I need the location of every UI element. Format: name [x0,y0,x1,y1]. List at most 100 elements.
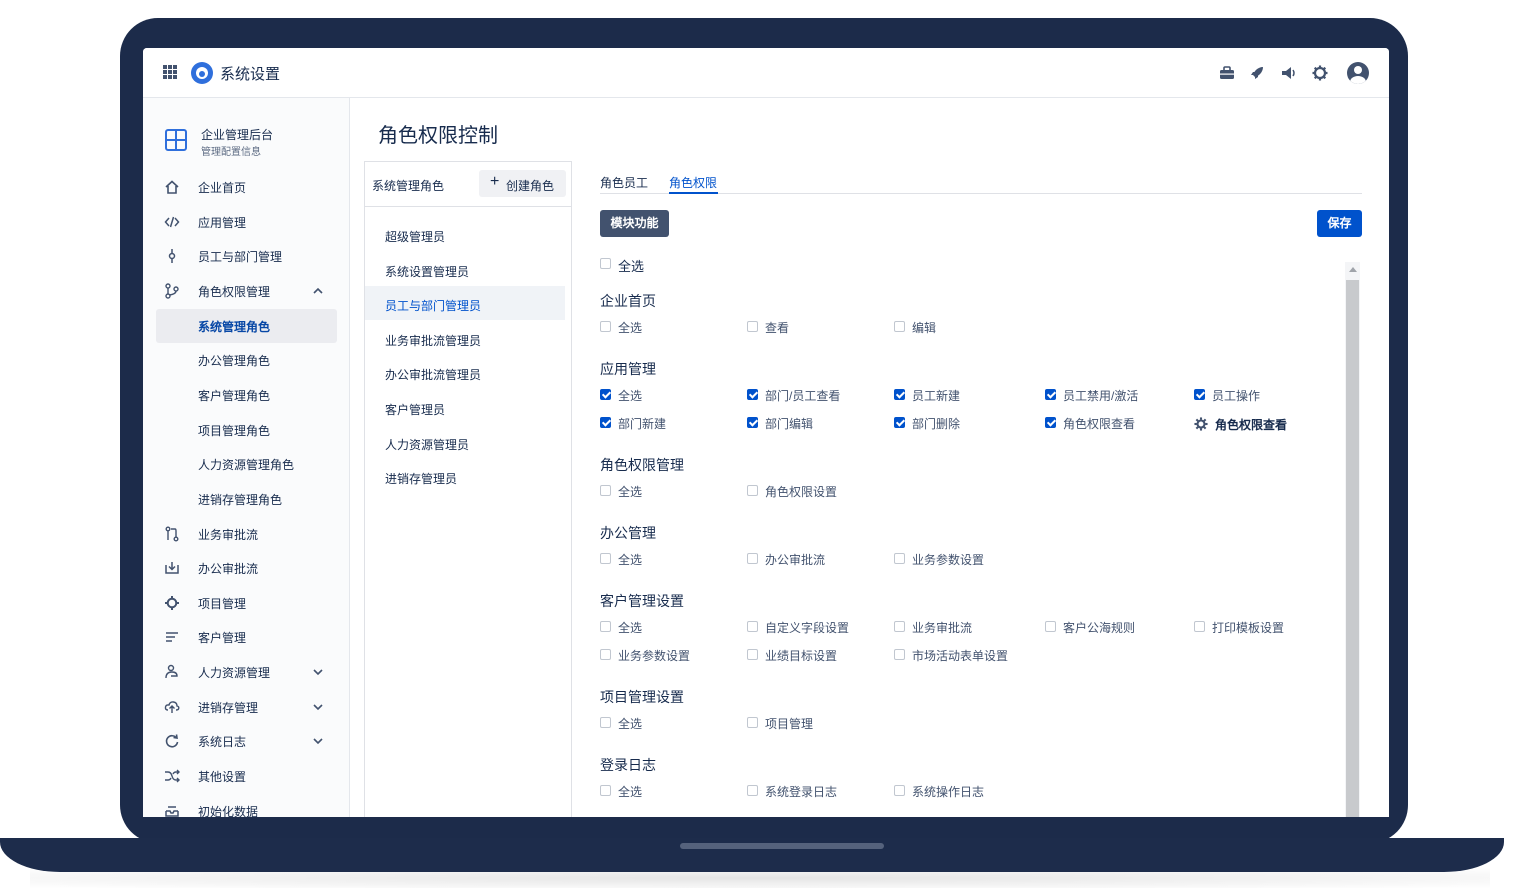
sidebar-subitem-inventory-roles[interactable]: 进销存管理角色 [156,482,337,516]
checkbox-box[interactable] [747,649,758,660]
org-name: 企业管理后台 [201,128,274,142]
role-item[interactable]: 客户管理员 [365,390,565,424]
sidebar-subitem-office-roles[interactable]: 办公管理角色 [156,343,337,377]
checkbox-box[interactable] [747,717,758,728]
checkbox-box[interactable] [1045,417,1056,428]
inbox-icon [165,806,179,817]
checkbox-box[interactable] [600,621,611,632]
sidebar-item-roles[interactable]: 角色权限管理 [156,274,337,308]
checkbox-box[interactable] [1045,621,1056,632]
role-item[interactable]: 系统设置管理员 [365,252,565,286]
permission-label: 业务审批流 [912,621,973,635]
checkbox-box[interactable] [894,621,905,632]
sidebar-item-other-settings[interactable]: 其他设置 [156,759,337,793]
briefcase-icon[interactable] [1218,64,1236,82]
checkbox-box[interactable] [1194,621,1205,632]
chevron-down-icon[interactable] [312,701,324,713]
chevron-down-icon[interactable] [312,735,324,747]
page-title: 角色权限控制 [378,125,498,147]
role-item[interactable]: 进销存管理员 [365,459,565,493]
checkbox-box[interactable] [1194,389,1205,400]
sidebar-item-business-approval[interactable]: 业务审批流 [156,517,337,551]
checkbox-box[interactable] [747,389,758,400]
sidebar-item-projects[interactable]: 项目管理 [156,586,337,620]
permission-label: 业务参数设置 [912,553,985,567]
settings-icon[interactable] [1311,64,1329,82]
checkbox-box[interactable] [894,321,905,332]
checkbox-box[interactable] [894,649,905,660]
role-item[interactable]: 人力资源管理员 [365,425,565,459]
module-functions-button[interactable]: 模块功能 [600,210,669,237]
chevron-down-icon[interactable] [312,666,324,678]
tab-role-staff[interactable]: 角色员工 [600,174,648,191]
checkbox-box[interactable] [600,417,611,428]
gear-icon [165,596,179,610]
sidebar-subitem-customer-roles[interactable]: 客户管理角色 [156,378,337,412]
checkbox-box[interactable] [894,417,905,428]
checkbox-box[interactable] [894,389,905,400]
permission-label: 全选 [618,717,643,731]
permission-section-title: 办公管理 [600,525,656,541]
sidebar-item-home[interactable]: 企业首页 [156,170,337,204]
checkbox-box[interactable] [747,621,758,632]
checkbox-box[interactable] [600,485,611,496]
gear-icon[interactable] [1194,417,1208,431]
permission-label: 全选 [618,389,643,403]
checkbox-box[interactable] [600,649,611,660]
permission-label: 项目管理 [765,717,814,731]
checkbox-box[interactable] [747,785,758,796]
role-item[interactable]: 办公审批流管理员 [365,355,565,389]
download-icon [165,562,179,574]
app-switcher-icon[interactable] [163,65,177,79]
checkbox-box[interactable] [894,785,905,796]
checkbox-box[interactable] [747,553,758,564]
permission-label: 部门编辑 [765,417,814,431]
checkbox-box[interactable] [600,321,611,332]
checkbox-box[interactable] [600,389,611,400]
tab-role-permissions[interactable]: 角色权限 [669,174,717,191]
checkbox-box[interactable] [600,553,611,564]
chevron-up-icon[interactable] [312,285,324,297]
create-role-button[interactable]: + 创建角色 [479,170,566,197]
sidebar-item-logs[interactable]: 系统日志 [156,724,337,758]
role-item[interactable]: 业务审批流管理员 [365,321,565,355]
home-icon [165,180,179,194]
checkbox-box[interactable] [747,485,758,496]
checkbox-box[interactable] [600,785,611,796]
sidebar-subitem-project-roles[interactable]: 项目管理角色 [156,413,337,447]
commit-icon [168,249,176,263]
sidebar-subitem-hr-roles[interactable]: 人力资源管理角色 [156,447,337,481]
org-subtitle: 管理配置信息 [201,147,261,158]
branch-icon [165,283,179,299]
permission-label: 员工禁用/激活 [1063,389,1139,403]
checkbox-box[interactable] [600,258,611,269]
sidebar-item-init-data[interactable]: 初始化数据 [156,794,337,817]
sidebar-item-office-approval[interactable]: 办公审批流 [156,551,337,585]
role-item[interactable]: 超级管理员 [365,217,565,251]
user-avatar-icon[interactable] [1347,62,1369,84]
roles-panel-title: 系统管理角色 [372,179,445,193]
sidebar-item-staff[interactable]: 员工与部门管理 [156,239,337,273]
checkbox-box[interactable] [747,321,758,332]
scroll-up-arrow[interactable] [1349,267,1357,272]
permission-label: 打印模板设置 [1212,621,1285,635]
checkbox-box[interactable] [600,717,611,728]
permission-label: 编辑 [912,321,937,335]
sidebar-item-customers[interactable]: 客户管理 [156,620,337,654]
checkbox-box[interactable] [1045,389,1056,400]
permission-label: 全选 [618,621,643,635]
role-item-selected[interactable]: 员工与部门管理员 [365,286,565,320]
save-button[interactable]: 保存 [1317,210,1362,237]
permission-label: 部门删除 [912,417,961,431]
megaphone-icon[interactable] [1279,64,1297,82]
sidebar-subitem-system-roles[interactable]: 系统管理角色 [156,309,337,343]
checkbox-box[interactable] [747,417,758,428]
sidebar-item-inventory[interactable]: 进销存管理 [156,690,337,724]
refresh-icon [165,734,179,748]
sidebar-item-hr[interactable]: 人力资源管理 [156,655,337,689]
scrollbar-thumb[interactable] [1346,280,1359,817]
plus-icon: + [490,173,500,190]
rocket-icon[interactable] [1248,64,1266,82]
sidebar-item-apps[interactable]: 应用管理 [156,205,337,239]
checkbox-box[interactable] [894,553,905,564]
